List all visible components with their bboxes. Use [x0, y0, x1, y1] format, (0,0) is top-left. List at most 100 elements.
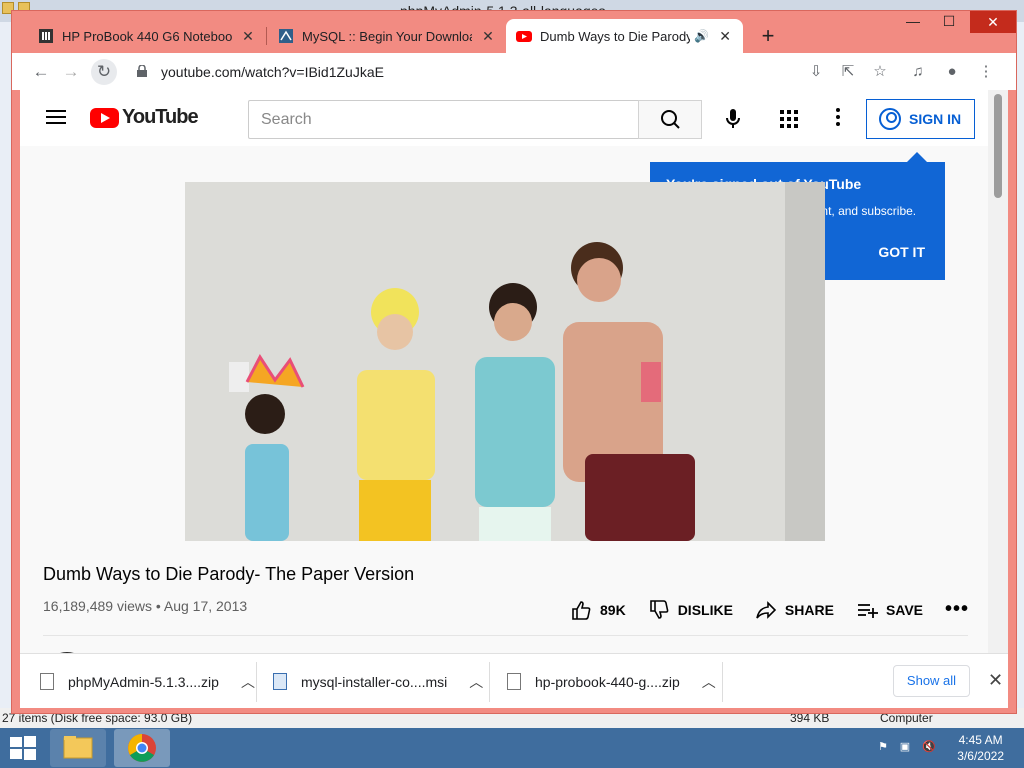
tab-mysql[interactable]: MySQL :: Begin Your Download ✕ — [268, 19, 506, 53]
lock-icon — [137, 65, 147, 77]
playlist-add-icon — [857, 603, 878, 618]
download-separator — [256, 662, 257, 702]
url-text: youtube.com/watch?v=IBid1ZuJkaE — [161, 64, 384, 80]
windows-taskbar: ⚑ ▣ 🔇 4:45 AM 3/6/2022 — [0, 728, 1024, 768]
chrome-icon — [128, 734, 156, 762]
windows-start-icon[interactable] — [8, 734, 38, 762]
download-separator — [489, 662, 490, 702]
scrollbar-thumb[interactable] — [994, 94, 1002, 198]
profile-icon[interactable]: ● — [941, 60, 963, 84]
tab-separator — [266, 27, 267, 45]
show-all-downloads-button[interactable]: Show all — [893, 665, 970, 697]
mysql-icon — [279, 29, 293, 43]
youtube-logo-text: YouTube — [122, 106, 199, 128]
thumbs-down-icon — [649, 599, 669, 619]
download-item[interactable]: hp-probook-440-g....zip ︿ — [507, 654, 716, 709]
zip-file-icon — [507, 673, 521, 690]
chrome-taskbar-button[interactable] — [114, 729, 170, 767]
video-frame — [185, 182, 825, 541]
microphone-icon[interactable] — [720, 106, 746, 132]
page-scrollbar[interactable] — [988, 90, 1008, 653]
more-actions-icon[interactable]: ••• — [945, 598, 969, 621]
download-shelf: phpMyAdmin-5.1.3....zip ︿ mysql-installe… — [20, 653, 1008, 708]
dislike-label: DISLIKE — [677, 601, 733, 618]
network-icon[interactable]: ▣ — [898, 740, 912, 754]
share-arrow-icon — [756, 600, 777, 619]
sign-in-label: SIGN IN — [909, 111, 962, 127]
chrome-menu-icon[interactable]: ⋮ — [975, 60, 997, 84]
page-viewport: YouTube Search SIGN IN You're signed out… — [20, 90, 996, 653]
search-input[interactable]: Search — [248, 100, 639, 139]
tab-title: MySQL :: Begin Your Download — [302, 28, 472, 44]
video-views-date: 16,189,489 views • Aug 17, 2013 — [43, 598, 248, 614]
apps-grid-icon[interactable] — [780, 110, 798, 128]
video-actions: 89K DISLIKE SHARE SAVE ••• — [570, 598, 991, 621]
close-tab-icon[interactable]: ✕ — [480, 28, 496, 45]
chrome-window: HP ProBook 440 G6 Notebook P ✕ MySQL :: … — [11, 10, 1017, 714]
tab-strip: HP ProBook 440 G6 Notebook P ✕ MySQL :: … — [12, 11, 1016, 53]
close-window-button[interactable]: ✕ — [970, 11, 1016, 33]
search-icon — [661, 110, 680, 129]
tab-hp-probook[interactable]: HP ProBook 440 G6 Notebook P ✕ — [28, 19, 266, 53]
tab-title: HP ProBook 440 G6 Notebook P — [62, 28, 232, 44]
minimize-icon[interactable]: — — [898, 13, 928, 29]
section-divider — [43, 635, 968, 636]
volume-muted-icon[interactable]: 🔇 — [922, 740, 936, 754]
tab-youtube[interactable]: Dumb Ways to Die Parody- T 🔊 ✕ — [506, 19, 743, 53]
bookmark-star-icon[interactable]: ☆ — [869, 60, 891, 84]
like-count: 89K — [600, 601, 626, 618]
install-app-icon[interactable]: ⇩ — [805, 60, 827, 84]
chevron-up-icon[interactable]: ︿ — [469, 672, 483, 692]
share-label: SHARE — [784, 601, 834, 618]
search-button[interactable] — [638, 100, 702, 139]
got-it-button[interactable]: GOT IT — [878, 244, 925, 260]
video-player[interactable] — [185, 182, 825, 541]
msi-file-icon — [273, 673, 287, 690]
download-separator — [722, 662, 723, 702]
tab-title: Dumb Ways to Die Parody- T — [540, 28, 691, 44]
download-filename: hp-probook-440-g....zip — [535, 673, 680, 690]
save-label: SAVE — [885, 601, 924, 618]
close-tab-icon[interactable]: ✕ — [717, 28, 733, 45]
chevron-up-icon[interactable]: ︿ — [702, 672, 716, 692]
zip-file-icon — [40, 673, 54, 690]
sign-in-button[interactable]: SIGN IN — [866, 99, 975, 139]
video-title: Dumb Ways to Die Parody- The Paper Versi… — [43, 564, 415, 584]
download-item[interactable]: phpMyAdmin-5.1.3....zip ︿ — [40, 654, 255, 709]
like-button[interactable]: 89K — [570, 599, 626, 621]
close-icon[interactable]: ✕ — [988, 670, 1003, 691]
thumbs-up-icon — [572, 600, 591, 620]
action-center-flag-icon[interactable]: ⚑ — [876, 740, 890, 754]
back-arrow-icon[interactable]: ← — [28, 59, 54, 85]
account-circle-icon — [879, 108, 901, 130]
media-control-icon[interactable]: ♫ — [907, 60, 929, 84]
download-filename: mysql-installer-co....msi — [301, 673, 448, 690]
download-item[interactable]: mysql-installer-co....msi ︿ — [273, 654, 483, 709]
clock-time: 4:45 AM — [958, 733, 1003, 747]
close-tab-icon[interactable]: ✕ — [240, 28, 256, 45]
maximize-icon[interactable]: ☐ — [934, 13, 964, 30]
address-bar[interactable]: youtube.com/watch?v=IBid1ZuJkaE ⇩ ⇱ ☆ ♫ … — [125, 57, 1005, 87]
file-explorer-taskbar-button[interactable] — [50, 729, 106, 767]
browser-toolbar: ← → ↻ youtube.com/watch?v=IBid1ZuJkaE ⇩ … — [12, 53, 1016, 90]
museum-icon — [39, 29, 53, 43]
new-tab-button[interactable]: + — [756, 23, 780, 49]
youtube-logo[interactable]: YouTube — [90, 106, 199, 129]
audio-playing-icon[interactable]: 🔊 — [694, 29, 709, 43]
share-button[interactable]: SHARE — [755, 599, 834, 621]
dislike-button[interactable]: DISLIKE — [648, 599, 733, 621]
chevron-up-icon[interactable]: ︿ — [241, 672, 255, 692]
folder-icon — [63, 736, 93, 759]
share-page-icon[interactable]: ⇱ — [837, 60, 859, 84]
clock-date: 3/6/2022 — [957, 749, 1004, 763]
save-button[interactable]: SAVE — [856, 599, 923, 621]
system-clock[interactable]: 4:45 AM 3/6/2022 — [957, 732, 1004, 764]
settings-more-icon[interactable] — [836, 108, 842, 128]
hamburger-menu-icon[interactable] — [46, 110, 66, 124]
forward-arrow-icon[interactable]: → — [58, 59, 84, 85]
reload-icon[interactable]: ↻ — [91, 59, 117, 85]
download-filename: phpMyAdmin-5.1.3....zip — [68, 673, 219, 690]
youtube-header: YouTube Search SIGN IN — [20, 90, 996, 146]
youtube-icon — [516, 31, 532, 42]
youtube-play-icon — [90, 107, 119, 128]
